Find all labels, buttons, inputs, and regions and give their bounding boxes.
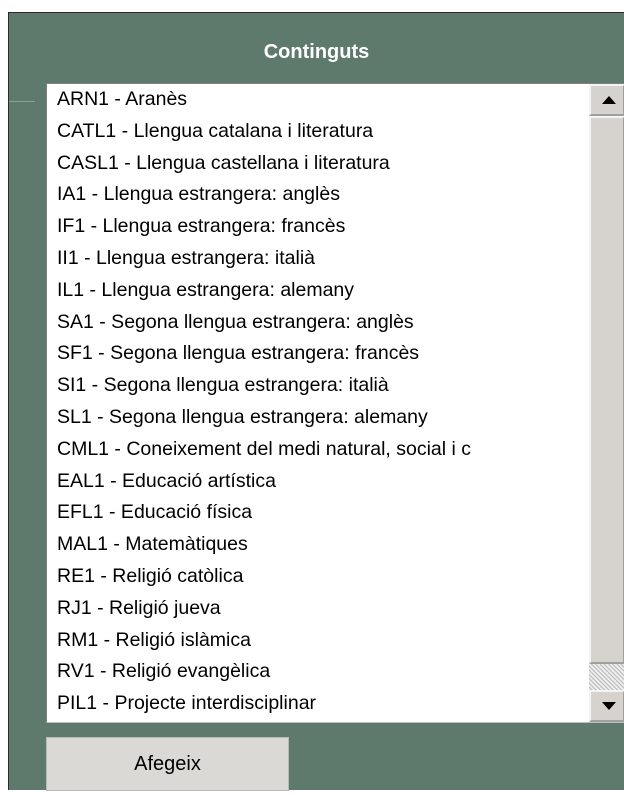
list-item[interactable]: IF1 - Llengua estrangera: francès bbox=[47, 211, 587, 243]
divider bbox=[9, 101, 35, 102]
contents-panel: Continguts ARN1 - Aranès CATL1 - Llengua… bbox=[8, 12, 624, 791]
list-item[interactable]: CASL1 - Llengua castellana i literatura bbox=[47, 148, 587, 180]
list-item[interactable]: ARN1 - Aranès bbox=[47, 84, 587, 116]
list-item[interactable]: PIL1 - Projecte interdisciplinar bbox=[47, 688, 587, 720]
list-item[interactable]: RV1 - Religió evangèlica bbox=[47, 656, 587, 688]
list-item[interactable]: SF1 - Segona llengua estrangera: francès bbox=[47, 338, 587, 370]
list-item[interactable]: EAL1 - Educació artística bbox=[47, 466, 587, 498]
list-item[interactable]: CML1 - Coneixement del medi natural, soc… bbox=[47, 434, 587, 466]
list-item[interactable]: CATL1 - Llengua catalana i literatura bbox=[47, 116, 587, 148]
panel-title: Continguts bbox=[263, 41, 370, 63]
vertical-scrollbar[interactable] bbox=[589, 84, 624, 722]
scroll-down-button[interactable] bbox=[589, 690, 624, 722]
list-item[interactable]: SA1 - Segona llengua estrangera: anglès bbox=[47, 307, 587, 339]
scrollbar-track[interactable] bbox=[589, 664, 624, 692]
list-item[interactable]: RE1 - Religió catòlica bbox=[47, 561, 587, 593]
list-items: ARN1 - Aranès CATL1 - Llengua catalana i… bbox=[47, 84, 587, 722]
list-item[interactable]: SI1 - Segona llengua estrangera: italià bbox=[47, 370, 587, 402]
arrow-up-icon bbox=[602, 96, 616, 104]
add-button[interactable]: Afegeix bbox=[46, 737, 289, 791]
scroll-up-button[interactable] bbox=[589, 84, 624, 116]
scrollbar-thumb[interactable] bbox=[589, 116, 624, 664]
list-item[interactable]: II1 - Llengua estrangera: italià bbox=[47, 243, 587, 275]
list-item[interactable]: IA1 - Llengua estrangera: anglès bbox=[47, 179, 587, 211]
arrow-down-icon bbox=[602, 702, 616, 710]
list-item[interactable]: EFL1 - Educació física bbox=[47, 497, 587, 529]
list-item[interactable]: SL1 - Segona llengua estrangera: alemany bbox=[47, 402, 587, 434]
list-item[interactable]: MAL1 - Matemàtiques bbox=[47, 529, 587, 561]
list-item[interactable]: IL1 - Llengua estrangera: alemany bbox=[47, 275, 587, 307]
list-item[interactable]: RJ1 - Religió jueva bbox=[47, 593, 587, 625]
list-item[interactable]: RM1 - Religió islàmica bbox=[47, 625, 587, 657]
contents-listbox[interactable]: ARN1 - Aranès CATL1 - Llengua catalana i… bbox=[46, 83, 624, 723]
